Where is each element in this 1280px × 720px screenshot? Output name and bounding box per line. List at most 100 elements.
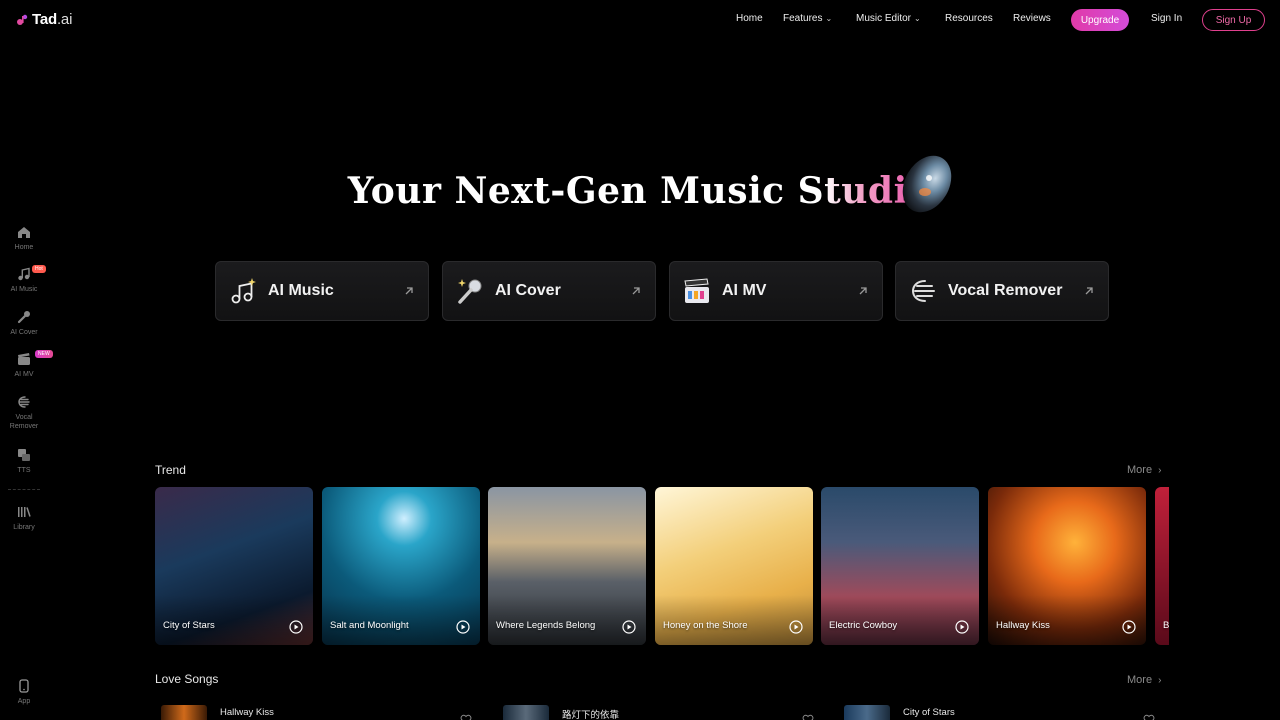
trend-title: Trend <box>155 463 186 477</box>
library-icon <box>18 507 31 517</box>
list-item[interactable]: City of Stars <box>838 702 1168 720</box>
list-item[interactable]: 路灯下的依靠 <box>497 702 827 720</box>
nav-music-editor[interactable]: Music Editor ⌄ <box>856 13 921 24</box>
sidebar-item-label: TTS <box>17 467 31 474</box>
chevron-right-icon: › <box>1158 674 1162 686</box>
sidebar-item-label: AI Cover <box>10 329 38 336</box>
music-sparkle-icon <box>231 278 256 304</box>
play-icon[interactable] <box>955 620 969 634</box>
nav-resources[interactable]: Resources <box>945 13 993 24</box>
upgrade-button[interactable]: Upgrade <box>1071 9 1129 31</box>
hero-title: Your Next-Gen Music Studio <box>347 170 933 212</box>
nav-features-label: Features <box>783 13 823 24</box>
sidebar-item-vocal-remover[interactable]: Vocal Remover <box>0 394 48 431</box>
arrow-up-right-icon <box>632 287 640 295</box>
play-icon[interactable] <box>789 620 803 634</box>
song-title: City of Stars <box>163 620 215 631</box>
sidebar-item-app[interactable]: App <box>0 678 48 706</box>
chevron-down-icon: ⌄ <box>914 14 921 23</box>
feature-label: AI MV <box>722 282 767 299</box>
clapperboard-icon <box>684 278 709 303</box>
sidebar-item-label: Vocal Remover <box>9 414 39 430</box>
love-songs-title: Love Songs <box>155 672 219 686</box>
arrow-up-right-icon <box>859 287 867 295</box>
song-title: Electric Cowboy <box>829 620 898 631</box>
song-title: B <box>1163 620 1169 631</box>
vocal-remover-button[interactable]: Vocal Remover <box>895 261 1109 321</box>
play-icon[interactable] <box>1122 620 1136 634</box>
arrow-up-right-icon <box>1085 287 1093 295</box>
heart-icon[interactable] <box>460 714 472 720</box>
more-label: More <box>1127 464 1153 476</box>
sidebar-item-label: App <box>17 698 31 705</box>
heart-icon[interactable] <box>1143 714 1155 720</box>
song-card[interactable]: Salt and Moonlight <box>322 487 480 645</box>
microphone-sparkle-icon <box>458 279 482 304</box>
sign-in-button[interactable]: Sign In <box>1151 13 1182 24</box>
new-badge: NEW <box>35 350 53 358</box>
ai-mv-button[interactable]: AI MV <box>669 261 883 321</box>
arrow-up-right-icon <box>405 287 413 295</box>
song-thumbnail <box>161 705 207 720</box>
song-title: Honey on the Shore <box>663 620 748 631</box>
song-card[interactable]: Where Legends Belong <box>488 487 646 645</box>
nav-music-editor-label: Music Editor <box>856 13 912 24</box>
tts-icon <box>18 449 30 461</box>
nav-home[interactable]: Home <box>736 13 763 24</box>
trend-carousel: City of Stars Salt and Moonlight Where L… <box>155 487 1169 645</box>
love-songs-more-link[interactable]: More › <box>1127 674 1161 686</box>
main-nav: Home Features ⌄ Music Editor ⌄ Resources R… <box>0 9 1280 31</box>
song-title: Hallway Kiss <box>220 707 274 718</box>
sign-up-button[interactable]: Sign Up <box>1202 9 1265 31</box>
song-title: City of Stars <box>903 707 955 718</box>
nav-reviews[interactable]: Reviews <box>1013 13 1051 24</box>
hot-badge: Hot <box>32 265 46 273</box>
song-card[interactable]: Electric Cowboy <box>821 487 979 645</box>
play-icon[interactable] <box>456 620 470 634</box>
heart-icon[interactable] <box>802 714 814 720</box>
song-card[interactable]: B <box>1155 487 1169 645</box>
feature-label: AI Music <box>268 282 334 299</box>
song-card[interactable]: Honey on the Shore <box>655 487 813 645</box>
home-icon <box>18 227 30 238</box>
ai-music-button[interactable]: AI Music <box>215 261 429 321</box>
song-title: Where Legends Belong <box>496 620 596 631</box>
song-title: Salt and Moonlight <box>330 620 409 631</box>
sidebar-item-ai-music[interactable]: AI Music Hot <box>0 265 48 294</box>
chevron-right-icon: › <box>1158 464 1162 476</box>
more-label: More <box>1127 674 1153 686</box>
top-bar: Tad.ai Home Features ⌄ Music Editor ⌄ Reso… <box>0 0 1280 40</box>
trend-more-link[interactable]: More › <box>1127 464 1161 476</box>
microphone-icon <box>17 311 30 324</box>
love-songs-list: Hallway Kiss 路灯下的依靠 City of Stars <box>155 702 1169 720</box>
sidebar-item-home[interactable]: Home <box>0 224 48 252</box>
music-disc-icon <box>902 155 952 213</box>
sidebar-item-ai-cover[interactable]: AI Cover <box>0 309 48 337</box>
sidebar-item-label: AI Music <box>10 286 38 293</box>
feature-label: Vocal Remover <box>948 282 1063 299</box>
sidebar-item-library[interactable]: Library <box>0 504 48 532</box>
song-title: Hallway Kiss <box>996 620 1050 631</box>
play-icon[interactable] <box>622 620 636 634</box>
song-title: 路灯下的依靠 <box>562 710 620 720</box>
song-thumbnail <box>844 705 890 720</box>
sidebar-item-label: AI MV <box>14 371 34 378</box>
song-card[interactable]: City of Stars <box>155 487 313 645</box>
sidebar-divider <box>8 489 40 490</box>
clapperboard-icon <box>18 353 30 365</box>
music-note-icon <box>18 267 30 281</box>
song-thumbnail <box>503 705 549 720</box>
sidebar-item-ai-mv[interactable]: AI MV NEW <box>0 350 53 379</box>
chevron-down-icon: ⌄ <box>825 14 833 23</box>
list-item[interactable]: Hallway Kiss <box>155 702 485 720</box>
sidebar-item-label: Library <box>13 524 35 531</box>
vocal-remover-icon <box>911 280 935 302</box>
ai-cover-button[interactable]: AI Cover <box>442 261 656 321</box>
song-card[interactable]: Hallway Kiss <box>988 487 1146 645</box>
sidebar-item-tts[interactable]: TTS <box>0 447 48 475</box>
sidebar-item-label: Home <box>14 244 34 251</box>
nav-features[interactable]: Features ⌄ <box>783 13 832 24</box>
play-icon[interactable] <box>289 620 303 634</box>
feature-label: AI Cover <box>495 282 561 299</box>
vocal-remover-icon <box>18 396 30 408</box>
